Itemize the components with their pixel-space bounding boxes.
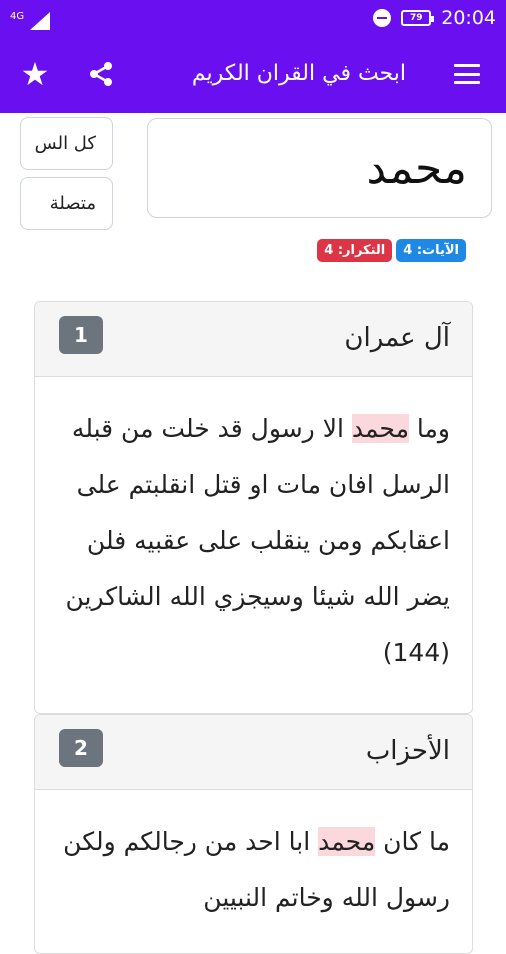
verse-text-before: وما [408, 414, 450, 443]
verses-count-badge: الآيات: 4 [396, 239, 466, 262]
battery-icon: 79 [401, 9, 435, 26]
signal-area: 4G [10, 6, 51, 30]
match-all-button[interactable]: كل الس [20, 117, 113, 170]
surah-name: آل عمران [344, 323, 450, 353]
result-card[interactable]: آل عمران 1 وما محمد الا رسول قد خلت من ق… [34, 301, 473, 714]
result-index-badge: 2 [59, 729, 103, 767]
do-not-disturb-icon [373, 8, 392, 27]
result-stats: الآيات: 4 التكرار: 4 [317, 239, 466, 262]
surah-name: الأحزاب [365, 736, 450, 766]
card-header: آل عمران 1 [35, 302, 472, 377]
page-title: ابحث في القران الكريم [191, 61, 406, 86]
star-icon[interactable]: ★ [10, 35, 60, 113]
repeats-count-badge: التكرار: 4 [317, 239, 393, 262]
card-header: الأحزاب 2 [35, 715, 472, 790]
search-input[interactable]: محمد [147, 118, 492, 218]
verse-text-after: الا رسول قد خلت من قبله الرسل افان مات ا… [65, 414, 450, 667]
share-icon[interactable] [76, 35, 126, 113]
verse-text: وما محمد الا رسول قد خلت من قبله الرسل ا… [35, 377, 472, 681]
match-connected-button[interactable]: متصلة [20, 177, 113, 230]
result-card[interactable]: الأحزاب 2 ما كان محمد ابا احد من رجالكم … [34, 714, 473, 954]
clock: 20:04 [441, 6, 496, 29]
result-index-badge: 1 [59, 316, 103, 354]
signal-icon [30, 12, 51, 30]
highlighted-match: محمد [318, 827, 376, 856]
battery-level: 79 [409, 12, 423, 23]
menu-icon[interactable] [442, 35, 492, 113]
app-bar: ★ ابحث في القران الكريم [0, 35, 506, 113]
verse-text-before: ما كان [375, 827, 450, 856]
network-type: 4G [10, 11, 25, 22]
verse-text: ما كان محمد ابا احد من رجالكم ولكن رسول … [35, 790, 472, 926]
highlighted-match: محمد [351, 414, 409, 443]
status-bar: 4G 79 20:04 [0, 0, 506, 35]
